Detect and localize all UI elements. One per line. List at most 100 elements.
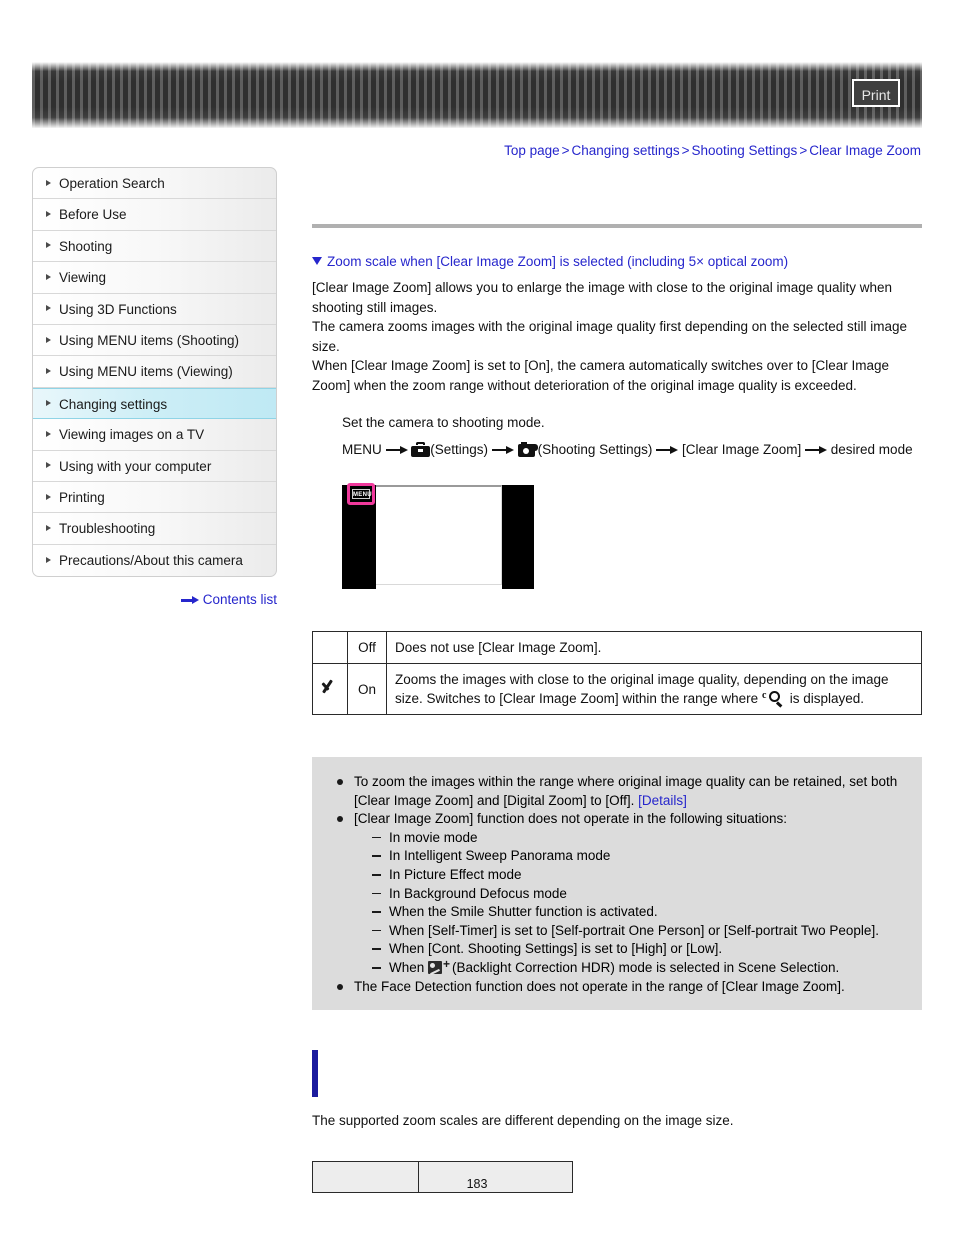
breadcrumb-item-changing-settings[interactable]: Changing settings <box>572 143 680 158</box>
notes-box: To zoom the images within the range wher… <box>312 757 922 1011</box>
sidebar-item-label: Printing <box>59 489 105 505</box>
menu-path-menu-label: MENU <box>342 442 382 457</box>
note-1-text: To zoom the images within the range wher… <box>354 774 898 808</box>
sub-note-item-hdr: When + (Backlight Correction HDR) mode is… <box>372 958 900 978</box>
sidebar-item-operation-search[interactable]: Operation Search <box>33 168 276 200</box>
dash-icon <box>372 855 381 858</box>
triangle-bullet-icon <box>46 336 51 343</box>
dash-icon <box>372 892 381 895</box>
section-marker-bar <box>312 1050 318 1098</box>
backlight-correction-hdr-icon: + <box>428 958 452 975</box>
section-heading[interactable]: Zoom scale when [Clear Image Zoom] is se… <box>312 254 922 269</box>
sidebar-item-label: Troubleshooting <box>59 521 156 537</box>
print-button[interactable]: Print <box>852 79 900 107</box>
sidebar-item-label: Viewing <box>59 270 107 286</box>
sub-note-hdr-prefix: When <box>389 959 425 975</box>
menu-button-label: MENU <box>352 489 372 499</box>
default-mark-cell <box>312 631 348 664</box>
sub-notes-list: In movie mode In Intelligent Sweep Panor… <box>372 829 900 978</box>
breadcrumb-item-top-page[interactable]: Top page <box>504 143 560 158</box>
sub-note-text: When [Self-Timer] is set to [Self-portra… <box>389 922 879 938</box>
triangle-bullet-icon <box>46 462 51 469</box>
sidebar-item-viewing[interactable]: Viewing <box>33 262 276 294</box>
triangle-bullet-icon <box>46 242 51 249</box>
triangle-bullet-icon <box>46 524 51 531</box>
note-item-1: To zoom the images within the range wher… <box>334 773 900 810</box>
clear-image-zoom-magnifier-icon: c <box>762 690 786 708</box>
contents-list-label[interactable]: Contents list <box>203 592 277 607</box>
sidebar-item-precautions-about-this-camera[interactable]: Precautions/About this camera <box>33 545 276 576</box>
sidebar-item-label: Operation Search <box>59 176 165 191</box>
sub-note-item: When the Smile Shutter function is activ… <box>372 903 900 922</box>
sub-note-item: In movie mode <box>372 829 900 848</box>
sidebar-item-before-use[interactable]: Before Use <box>33 199 276 231</box>
option-description-on: Zooms the images with close to the origi… <box>386 663 922 715</box>
note-3-text: The Face Detection function does not ope… <box>354 978 845 994</box>
menu-path-item-label: [Clear Image Zoom] <box>681 442 802 457</box>
breadcrumb-item-shooting-settings[interactable]: Shooting Settings <box>691 143 797 158</box>
sub-note-item: When [Self-Timer] is set to [Self-portra… <box>372 922 900 941</box>
triangle-bullet-icon <box>46 430 51 437</box>
sidebar-item-using-with-your-computer[interactable]: Using with your computer <box>33 451 276 482</box>
contents-list-link[interactable]: Contents list <box>32 592 277 607</box>
option-label-off: Off <box>347 631 387 664</box>
triangle-bullet-icon <box>46 493 51 500</box>
camera-lcd-screenshot: MENU <box>342 481 534 589</box>
sidebar-item-printing[interactable]: Printing <box>33 482 276 514</box>
breadcrumb-separator: > <box>681 143 690 158</box>
procedure-block: Set the camera to shooting mode. MENU (S… <box>342 409 922 463</box>
sub-note-hdr-suffix: (Backlight Correction HDR) mode is selec… <box>452 959 840 975</box>
sub-note-text: In movie mode <box>389 829 478 845</box>
dash-icon <box>372 948 381 951</box>
sidebar-item-label: Using with your computer <box>59 458 212 474</box>
paragraph-2: The camera zooms images with the origina… <box>312 319 908 354</box>
bottom-note: The supported zoom scales are different … <box>312 1113 734 1129</box>
sidebar-item-changing-settings[interactable]: Changing settings <box>33 387 276 420</box>
arrow-right-icon <box>491 445 514 455</box>
breadcrumb: Top page > Changing settings > Shooting Sett… <box>504 143 921 158</box>
page-number: 183 <box>466 1177 488 1191</box>
sub-note-text: When [Cont. Shooting Settings] is set to… <box>389 941 723 957</box>
note-2-text: [Clear Image Zoom] function does not ope… <box>354 811 787 827</box>
triangle-bullet-icon <box>46 556 51 563</box>
bullet-icon <box>337 983 343 990</box>
details-link[interactable]: [Details] <box>638 793 687 808</box>
sidebar-item-using-menu-items-viewing[interactable]: Using MENU items (Viewing) <box>33 356 276 388</box>
sidebar-item-using-3d-functions[interactable]: Using 3D Functions <box>33 294 276 325</box>
triangle-bullet-icon <box>46 368 51 375</box>
sub-note-item: In Intelligent Sweep Panorama mode <box>372 847 900 866</box>
breadcrumb-item-clear-image-zoom[interactable]: Clear Image Zoom <box>809 143 921 158</box>
paragraph-3: When [Clear Image Zoom] is set to [On], … <box>312 358 889 393</box>
header-banner: Print <box>32 62 922 128</box>
menu-path-shooting-settings-label: (Shooting Settings) <box>537 442 653 457</box>
lcd-right-bar <box>502 485 534 589</box>
default-mark-cell <box>312 663 348 715</box>
menu-path: MENU (Settings) (Shooting Settings) [Cle… <box>342 436 922 463</box>
sidebar-item-viewing-images-on-a-tv[interactable]: Viewing images on a TV <box>33 419 276 451</box>
sidebar-item-using-menu-items-shooting[interactable]: Using MENU items (Shooting) <box>33 325 276 357</box>
breadcrumb-separator: > <box>799 143 808 158</box>
sub-note-text: When the Smile Shutter function is activ… <box>389 904 658 920</box>
arrow-right-icon <box>656 445 679 455</box>
dash-icon <box>372 911 381 913</box>
triangle-bullet-icon <box>46 179 51 186</box>
table-row: Off Does not use [Clear Image Zoom]. <box>312 631 922 664</box>
section-heading-label: Zoom scale when [Clear Image Zoom] is se… <box>327 254 789 269</box>
triangle-bullet-icon <box>46 273 51 280</box>
menu-path-settings-label: (Settings) <box>430 442 489 457</box>
option-description-on-part2: is displayed. <box>789 691 864 706</box>
lcd-screen-area <box>376 485 502 585</box>
dash-icon <box>372 836 381 839</box>
camera-shooting-settings-icon <box>517 442 538 457</box>
arrow-right-icon <box>805 445 828 455</box>
menu-button-highlight: MENU <box>347 483 375 505</box>
sidebar-item-label: Changing settings <box>59 396 168 412</box>
sidebar-item-label: Using MENU items (Shooting) <box>59 332 240 348</box>
step-1-text: Set the camera to shooting mode. <box>342 415 545 430</box>
dash-icon <box>372 873 381 876</box>
sidebar-item-troubleshooting[interactable]: Troubleshooting <box>33 513 276 545</box>
sidebar-item-shooting[interactable]: Shooting <box>33 231 276 263</box>
sidebar-nav: Operation Search Before Use Shooting Vie… <box>32 167 277 578</box>
note-item-2: [Clear Image Zoom] function does not ope… <box>334 810 900 977</box>
sub-note-text: In Background Defocus mode <box>389 885 567 901</box>
